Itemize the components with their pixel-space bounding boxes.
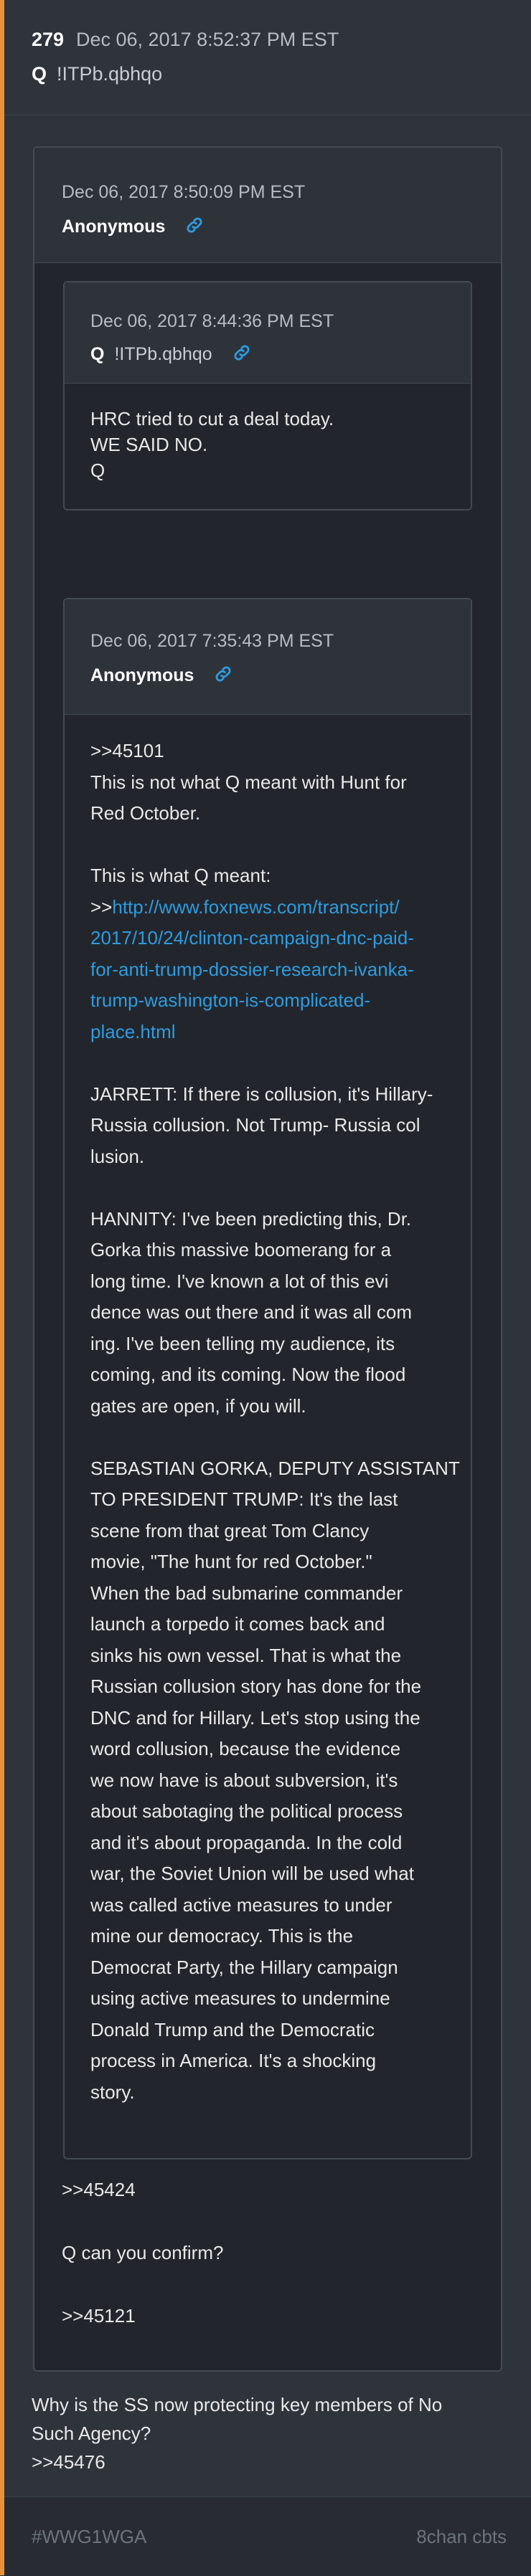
body-line: >>http://www.foxnews.com/transcript/ [90,892,460,923]
body-line: war, the Soviet Union will be used what [90,1863,414,1884]
body-line: This is what Q meant: [90,865,271,886]
body-line: ing. I've been telling my audience, its [90,1332,395,1354]
link-icon[interactable] [213,664,233,684]
foxnews-link[interactable]: http://www.foxnews.com/transcript/ [112,896,399,918]
nested-quote-date: Dec 06, 2017 7:35:43 PM EST [90,631,334,651]
body-line: 2017/10/24/clinton-campaign-dnc-paid- [90,923,460,954]
nested-quote-author-line: Anonymous [90,664,233,686]
body-line: >>45476 [32,2451,105,2473]
quoted-post-body: >>45424 Q can you confirm? >>45121 [62,2174,223,2332]
quoted-post: Dec 06, 2017 8:50:09 PM EST Anonymous De… [33,146,502,2372]
body-line: process in America. It's a shocking [90,2050,377,2071]
body-line: WE SAID NO. [90,434,208,455]
q-post: 279 Dec 06, 2017 8:52:37 PM EST Q !ITPb.q… [4,0,531,2576]
body-line: When the bad submarine commander [90,1582,403,1604]
nested-quote-header: Dec 06, 2017 7:35:43 PM EST Anonymous [65,599,471,715]
body-line: Democrat Party, the Hillary campaign [90,1956,398,1978]
link-icon[interactable] [184,215,205,235]
body-line: we now have is about subversion, it's [90,1769,398,1791]
body-line: coming, and its coming. Now the flood [90,1364,406,1385]
body-line: Such Agency? [32,2423,151,2444]
post-author-line: Q !ITPb.qbhqo [32,63,162,85]
post-header: 279 Dec 06, 2017 8:52:37 PM EST Q !ITPb.q… [4,0,531,115]
post-author: Q [32,63,47,85]
body-line: movie, "The hunt for red October." [90,1551,372,1572]
body-line: Russian collusion story has done for the [90,1676,422,1697]
body-line: Q can you confirm? [62,2242,224,2263]
body-line: sinks his own vessel. That is what the [90,1644,402,1666]
quoted-post-header: Dec 06, 2017 8:50:09 PM EST Anonymous [34,148,501,263]
body-line: lusion. [90,1145,145,1167]
nested-quote-anon: Dec 06, 2017 7:35:43 PM EST Anonymous >>… [63,598,472,2159]
body-line: was called active measures to under [90,1893,393,1916]
link-prefix: >> [90,895,113,918]
quoted-post-date: Dec 06, 2017 8:50:09 PM EST [62,182,306,202]
body-line [62,2205,223,2237]
body-line: long time. I've known a lot of this evi [90,1270,389,1292]
body-line: scene from that great Tom Clancy [90,1519,370,1541]
body-line: for-anti-trump-dossier-research-ivanka- [90,954,460,986]
body-line [90,830,460,861]
nested-quote-header: Dec 06, 2017 8:44:36 PM EST Q !ITPb.qbhqo [65,282,471,384]
body-line: about sabotaging the political process [90,1800,403,1822]
body-line: launch a torpedo it comes back and [90,1613,385,1635]
body-line [90,1172,460,1204]
nested-quote-tripcode: !ITPb.qbhqo [114,344,212,364]
body-line: >>45101 [90,740,164,761]
post-date: Dec 06, 2017 8:52:37 PM EST [76,29,339,50]
link-icon[interactable] [232,343,252,363]
body-line: dence was out there and it was all com [90,1301,413,1323]
post-footer: #WWG1WGA 8chan cbts [4,2496,531,2576]
body-line: trump-washington-is-complicated- [90,985,460,1017]
source-label: 8chan cbts [416,2526,507,2547]
body-line: and it's about propaganda. In the cold [90,1831,403,1853]
body-line: gates are open, if you will. [90,1394,306,1417]
body-line [90,1047,460,1079]
body-line: This is not what Q meant with Hunt for [90,771,407,793]
body-line [90,1422,460,1453]
foxnews-link[interactable]: place.html [90,1021,176,1042]
quoted-post-author-line: Anonymous [62,215,205,237]
body-line: Red October. [90,802,201,824]
body-line: Why is the SS now protecting key members… [32,2394,443,2415]
nested-quote-body: >>45101 This is not what Q meant with Hun… [90,736,460,2108]
post-tripcode: !ITPb.qbhqo [57,63,163,85]
body-line: >>45121 [62,2305,136,2327]
body-line: Donald Trump and the Democratic [90,2018,375,2040]
body-line: >>45424 [62,2179,136,2200]
body-line: TO PRESIDENT TRUMP: It's the last [90,1488,398,1510]
post-number[interactable]: 279 [32,29,64,51]
body-line: SEBASTIAN GORKA, DEPUTY ASSISTANT [90,1457,460,1479]
nested-quote-q: Dec 06, 2017 8:44:36 PM EST Q !ITPb.qbhqo… [63,281,472,510]
body-line: place.html [90,1017,460,1048]
body-line: using active measures to undermine [90,1987,390,2009]
nested-quote-author: Anonymous [90,665,194,685]
body-line: Gorka this massive boomerang for a [90,1239,392,1260]
body-line: word collusion, because the evidence [90,1738,401,1759]
foxnews-link[interactable]: trump-washington-is-complicated- [90,989,370,1011]
body-line: JARRETT: If there is collusion, it's Hil… [90,1083,433,1105]
body-line: DNC and for Hillary. Let's stop using th… [90,1706,420,1729]
nested-quote-author: Q [90,344,105,364]
body-line: Q [90,460,105,481]
quoted-post-author: Anonymous [62,217,166,237]
foxnews-link[interactable]: 2017/10/24/clinton-campaign-dnc-paid- [90,927,414,949]
body-line: mine our democracy. This is the [90,1925,354,1947]
body-line [62,2268,223,2300]
nested-quote-date: Dec 06, 2017 8:44:36 PM EST [90,311,334,331]
body-line: HRC tried to cut a deal today. [90,408,334,429]
body-line: story. [90,2081,135,2103]
body-line: HANNITY: I've been predicting this, Dr. [90,1207,412,1230]
nested-quote-author-line: Q !ITPb.qbhqo [90,343,252,365]
post-body: Why is the SS now protecting key members… [32,2390,442,2476]
nested-quote-body: HRC tried to cut a deal today. WE SAID NO… [90,406,334,483]
hashtag[interactable]: #WWG1WGA [32,2526,146,2548]
foxnews-link[interactable]: for-anti-trump-dossier-research-ivanka- [90,959,414,980]
body-line: Russia collusion. Not Trump- Russia col [90,1114,420,1136]
